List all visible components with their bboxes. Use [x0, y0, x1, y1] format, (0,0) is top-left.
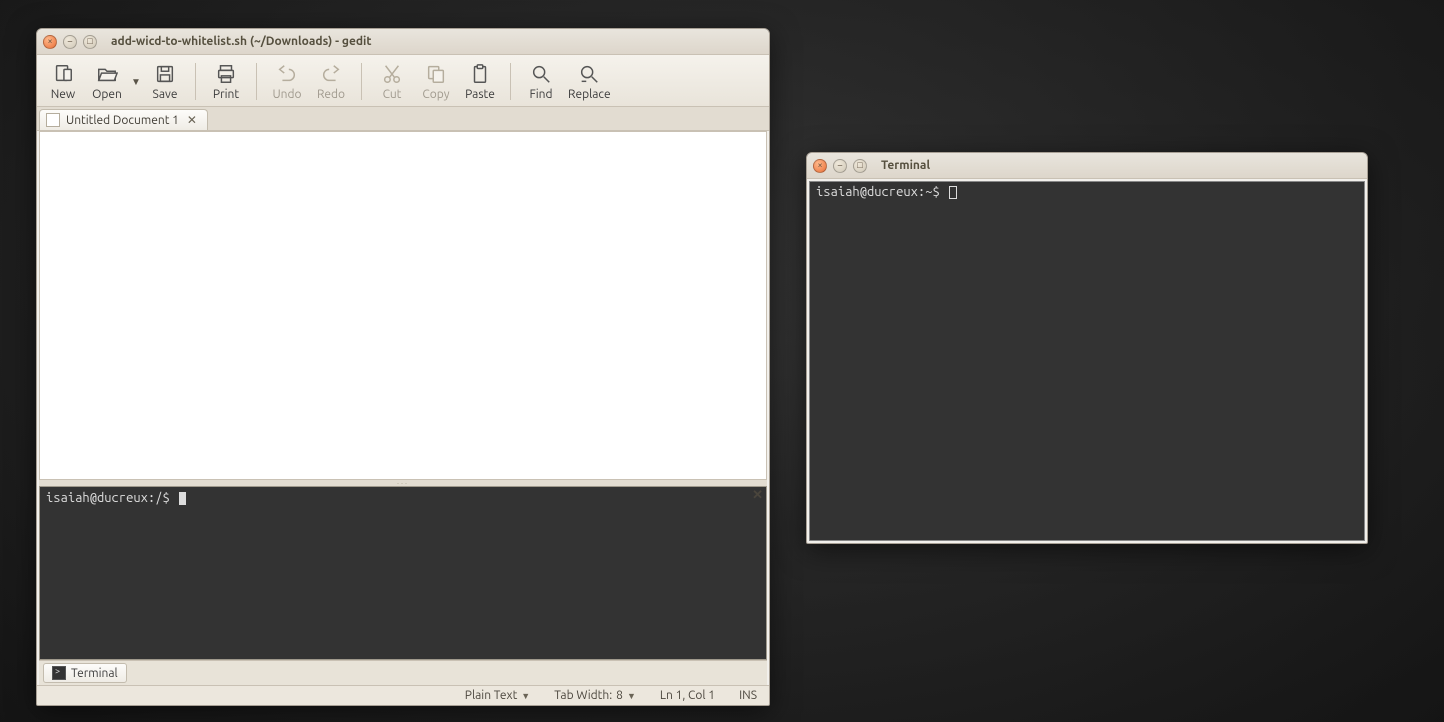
toolbar-label: Copy: [422, 88, 449, 101]
find-button[interactable]: Find: [519, 59, 563, 104]
bottom-tab-label: Terminal: [71, 667, 118, 680]
toolbar-label: Cut: [383, 88, 402, 101]
save-icon: [153, 62, 177, 86]
terminal-prompt: isaiah@ducreux:/$: [46, 491, 177, 505]
syntax-label: Plain Text: [465, 689, 518, 702]
bottom-tab-terminal[interactable]: Terminal: [43, 663, 127, 683]
cursor-icon: [179, 492, 186, 505]
terminal-titlebar[interactable]: × – □ Terminal: [807, 153, 1367, 179]
toolbar-label: Redo: [317, 88, 345, 101]
paste-button[interactable]: Paste: [458, 59, 502, 104]
new-file-icon: [51, 62, 75, 86]
search-icon: [529, 62, 553, 86]
toolbar-label: Paste: [465, 88, 495, 101]
chevron-down-icon: ▼: [521, 691, 530, 701]
cut-icon: [380, 62, 404, 86]
cursor-position: Ln 1, Col 1: [660, 689, 715, 702]
window-title: add-wicd-to-whitelist.sh (~/Downloads) -…: [111, 35, 372, 48]
toolbar-label: Print: [213, 88, 239, 101]
tab-width-label: Tab Width:: [554, 689, 612, 702]
minimize-button[interactable]: –: [833, 159, 847, 173]
redo-button[interactable]: Redo: [309, 59, 353, 104]
tab-width-value: 8: [616, 689, 623, 702]
undo-icon: [275, 62, 299, 86]
toolbar-label: Find: [529, 88, 552, 101]
open-button[interactable]: Open: [85, 59, 129, 104]
replace-button[interactable]: Replace: [563, 59, 616, 104]
document-icon: [46, 113, 60, 127]
window-title: Terminal: [881, 159, 930, 172]
terminal-prompt: isaiah@ducreux:~$: [816, 185, 947, 199]
gedit-titlebar[interactable]: × – □ add-wicd-to-whitelist.sh (~/Downlo…: [37, 29, 769, 55]
editor-area[interactable]: [39, 131, 767, 480]
document-tabstrip: Untitled Document 1 ✕: [37, 107, 769, 131]
tab-close-button[interactable]: ✕: [185, 113, 199, 127]
gedit-window: × – □ add-wicd-to-whitelist.sh (~/Downlo…: [36, 28, 770, 706]
replace-icon: [577, 62, 601, 86]
print-button[interactable]: Print: [204, 59, 248, 104]
close-button[interactable]: ×: [43, 35, 57, 49]
bottom-panel-tabstrip: Terminal: [39, 660, 767, 685]
chevron-down-icon: ▼: [627, 691, 636, 701]
paste-icon: [468, 62, 492, 86]
close-button[interactable]: ×: [813, 159, 827, 173]
redo-icon: [319, 62, 343, 86]
open-icon: [95, 62, 119, 86]
maximize-button[interactable]: □: [83, 35, 97, 49]
document-tab[interactable]: Untitled Document 1 ✕: [39, 109, 208, 130]
gedit-toolbar: New Open ▼ Save Print: [37, 55, 769, 107]
cursor-icon: [949, 186, 957, 199]
copy-icon: [424, 62, 448, 86]
tab-width-selector[interactable]: Tab Width: 8 ▼: [554, 689, 636, 702]
terminal-icon: [52, 666, 66, 680]
statusbar: Plain Text ▼ Tab Width: 8 ▼ Ln 1, Col 1 …: [37, 685, 769, 705]
terminal-window: × – □ Terminal isaiah@ducreux:~$: [806, 152, 1368, 544]
copy-button[interactable]: Copy: [414, 59, 458, 104]
maximize-button[interactable]: □: [853, 159, 867, 173]
toolbar-label: New: [51, 88, 76, 101]
save-button[interactable]: Save: [143, 59, 187, 104]
toolbar-label: Undo: [272, 88, 301, 101]
insert-mode: INS: [739, 689, 757, 702]
document-tab-label: Untitled Document 1: [66, 114, 179, 127]
new-button[interactable]: New: [41, 59, 85, 104]
toolbar-label: Open: [92, 88, 122, 101]
undo-button[interactable]: Undo: [265, 59, 309, 104]
terminal-body[interactable]: isaiah@ducreux:~$: [809, 181, 1365, 541]
embedded-terminal-pane: ✕ isaiah@ducreux:/$: [39, 486, 767, 660]
toolbar-label: Replace: [568, 88, 611, 101]
pane-close-button[interactable]: ✕: [752, 488, 763, 503]
syntax-selector[interactable]: Plain Text ▼: [465, 689, 530, 702]
toolbar-label: Save: [153, 88, 178, 101]
cut-button[interactable]: Cut: [370, 59, 414, 104]
open-recent-dropdown[interactable]: ▼: [129, 59, 143, 104]
minimize-button[interactable]: –: [63, 35, 77, 49]
embedded-terminal[interactable]: isaiah@ducreux:/$: [39, 486, 767, 660]
print-icon: [214, 62, 238, 86]
